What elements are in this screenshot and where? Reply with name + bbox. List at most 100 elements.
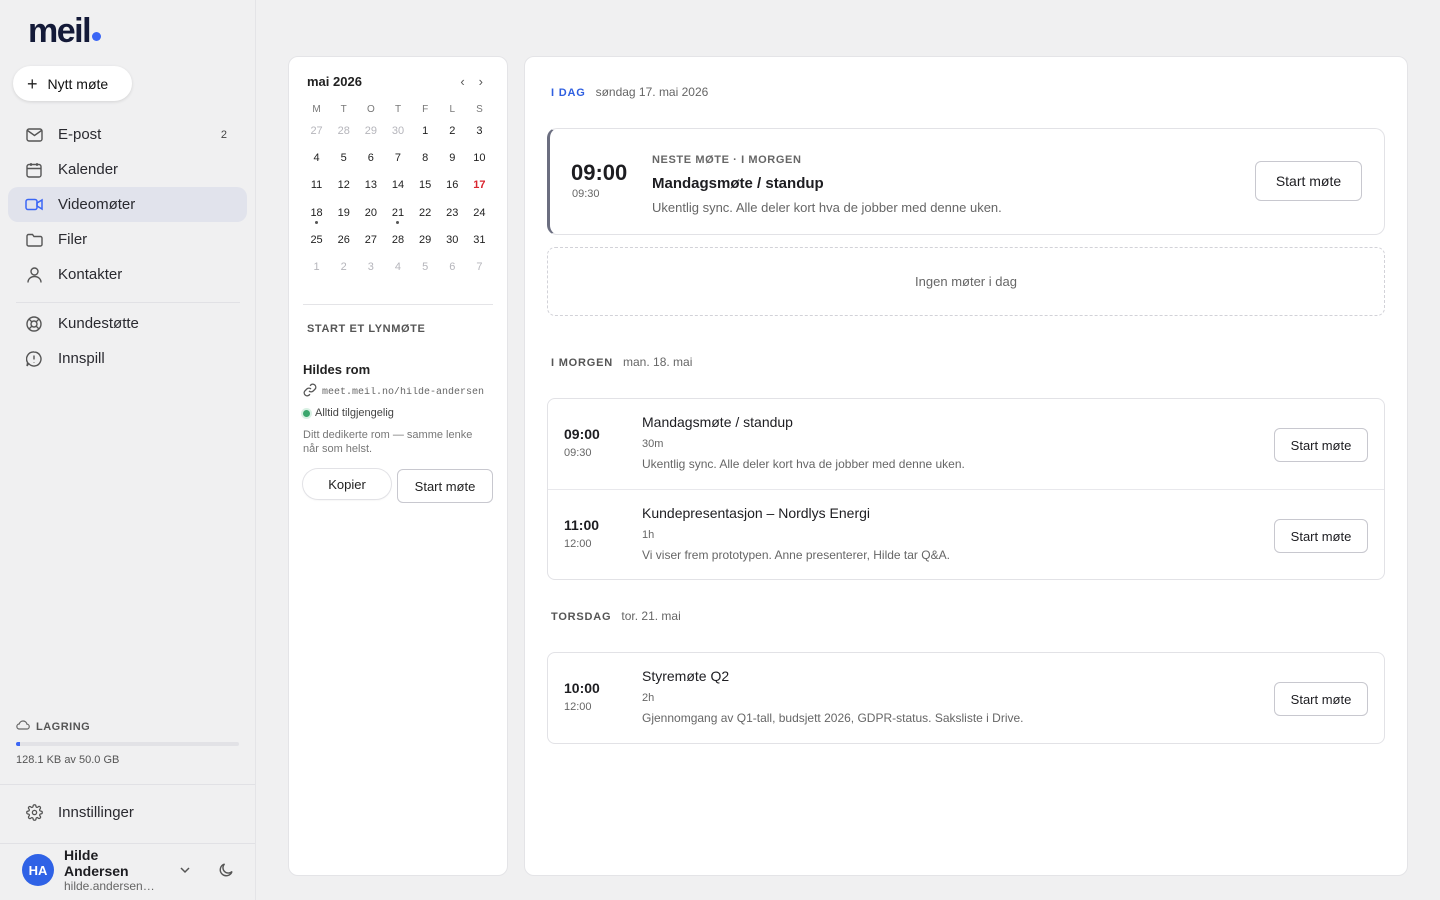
calendar-day[interactable]: 29 — [412, 234, 439, 246]
calendar-day[interactable]: 4 — [303, 152, 330, 164]
meeting-row: 09:00 09:30 Mandagsmøte / standup 30m Uk… — [548, 399, 1384, 489]
calendar-day[interactable]: 5 — [330, 152, 357, 164]
logo-text: meil — [28, 12, 92, 50]
calendar-day[interactable]: 5 — [412, 261, 439, 273]
meeting-title: Mandagsmøte / standup — [642, 414, 793, 430]
room-link[interactable]: meet.meil.no/hilde-andersen — [303, 383, 493, 401]
sidebar-item-label: E-post — [58, 126, 102, 143]
feedback-icon — [25, 350, 43, 368]
start-meeting-button[interactable]: Start møte — [1274, 682, 1368, 716]
calendar-day[interactable]: 1 — [412, 125, 439, 137]
calendar-day[interactable]: 25 — [303, 234, 330, 246]
calendar-day-number: 6 — [449, 261, 456, 274]
calendar-day[interactable]: 21 — [384, 207, 411, 224]
sidebar-item-settings[interactable]: Innstillinger — [8, 795, 247, 830]
calendar-day-number: 17 — [473, 179, 486, 192]
calendar-day-number: 11 — [310, 179, 323, 192]
storage-bar — [16, 742, 239, 746]
calendar-day[interactable]: 31 — [466, 234, 493, 246]
moon-icon[interactable] — [218, 862, 234, 883]
calendar-day[interactable]: 6 — [439, 261, 466, 273]
calendar-day[interactable]: 28 — [384, 234, 411, 246]
calendar-day[interactable]: 10 — [466, 152, 493, 164]
room-link-text: meet.meil.no/hilde-andersen — [322, 386, 485, 398]
calendar-day[interactable]: 8 — [412, 152, 439, 164]
start-meeting-button[interactable]: Start møte — [1274, 428, 1368, 462]
meeting-description: Gjennomgang av Q1-tall, budsjett 2026, G… — [642, 711, 1024, 725]
day-tag: TORSDAG — [551, 611, 612, 623]
next-meeting-card: 09:00 09:30 NESTE MØTE · I MORGEN Mandag… — [547, 128, 1385, 235]
start-room-meeting-button[interactable]: Start møte — [397, 469, 493, 503]
calendar-day[interactable]: 30 — [384, 125, 411, 137]
calendar-day-number: 1 — [313, 261, 320, 274]
calendar-day[interactable]: 30 — [439, 234, 466, 246]
storage-usage-text: 128.1 KB av 50.0 GB — [16, 754, 120, 766]
chevron-right-icon[interactable]: › — [479, 74, 483, 89]
calendar-day[interactable]: 23 — [439, 207, 466, 219]
meeting-end-time: 12:00 — [564, 538, 592, 550]
weekday-label: S — [476, 103, 483, 115]
calendar-day[interactable]: 1 — [303, 261, 330, 273]
calendar-day-number: 24 — [473, 206, 486, 219]
meetings-main: I DAG søndag 17. mai 2026 09:00 09:30 NE… — [524, 56, 1408, 876]
calendar-week-row: 4 5 6 7 8 9 10 — [303, 144, 493, 171]
calendar-day[interactable]: 6 — [357, 152, 384, 164]
calendar-day-number: 29 — [364, 124, 377, 137]
calendar-day[interactable]: 3 — [357, 261, 384, 273]
start-meeting-button[interactable]: Start møte — [1255, 161, 1362, 201]
calendar-day-number: 1 — [422, 124, 429, 137]
calendar-day[interactable]: 2 — [439, 125, 466, 137]
calendar-day-today[interactable]: 17 — [466, 179, 493, 191]
calendar-day[interactable]: 24 — [466, 207, 493, 219]
calendar-day[interactable]: 9 — [439, 152, 466, 164]
chevron-left-icon[interactable]: ‹ — [460, 74, 464, 89]
calendar-day[interactable]: 2 — [330, 261, 357, 273]
sidebar-item-calendar[interactable]: Kalender — [8, 152, 247, 187]
sidebar-item-support[interactable]: Kundestøtte — [8, 306, 247, 341]
copy-link-button[interactable]: Kopier — [303, 469, 391, 499]
start-meeting-button[interactable]: Start møte — [1274, 519, 1368, 553]
calendar-day[interactable]: 7 — [384, 152, 411, 164]
calendar-day[interactable]: 22 — [412, 207, 439, 219]
calendar-day-number: 13 — [364, 179, 377, 192]
calendar-day[interactable]: 29 — [357, 125, 384, 137]
logo[interactable]: meil — [28, 12, 102, 50]
storage-indicator: LAGRING 128.1 KB av 50.0 GB — [16, 720, 240, 766]
calendar-day-number: 10 — [473, 151, 486, 164]
calendar-day[interactable]: 27 — [303, 125, 330, 137]
meeting-title: Styremøte Q2 — [642, 668, 730, 684]
calendar-day[interactable]: 15 — [412, 179, 439, 191]
calendar-day-number: 9 — [449, 151, 456, 164]
weekday-label: O — [366, 103, 375, 115]
calendar-day[interactable]: 4 — [384, 261, 411, 273]
meeting-list: 09:00 09:30 Mandagsmøte / standup 30m Uk… — [547, 398, 1385, 580]
today-header: I DAG søndag 17. mai 2026 — [551, 85, 708, 99]
sidebar-item-label: Filer — [58, 231, 88, 248]
calendar-day[interactable]: 7 — [466, 261, 493, 273]
calendar-day[interactable]: 13 — [357, 179, 384, 191]
new-meeting-button[interactable]: + Nytt møte — [13, 66, 132, 101]
calendar-day[interactable]: 27 — [357, 234, 384, 246]
sidebar-item-contacts[interactable]: Kontakter — [8, 257, 247, 292]
storage-fill — [16, 742, 20, 746]
calendar-day[interactable]: 14 — [384, 179, 411, 191]
chevron-down-icon[interactable] — [177, 862, 193, 883]
calendar-day[interactable]: 20 — [357, 207, 384, 219]
user-profile[interactable]: HA Hilde Andersen hilde.andersen@... — [22, 847, 247, 893]
calendar-day[interactable]: 12 — [330, 179, 357, 191]
thursday-header: TORSDAG tor. 21. mai — [551, 609, 681, 623]
calendar-day[interactable]: 19 — [330, 207, 357, 219]
sidebar-item-feedback[interactable]: Innspill — [8, 341, 247, 376]
sidebar-item-files[interactable]: Filer — [8, 222, 247, 257]
sidebar-item-email[interactable]: E-post 2 — [8, 117, 247, 152]
calendar-day[interactable]: 18 — [303, 207, 330, 224]
calendar-day[interactable]: 28 — [330, 125, 357, 137]
sidebar-item-video-meetings[interactable]: Videomøter — [8, 187, 247, 222]
calendar-day[interactable]: 26 — [330, 234, 357, 246]
calendar-day[interactable]: 11 — [303, 179, 330, 191]
calendar-day-number: 4 — [394, 261, 402, 274]
calendar-day[interactable]: 16 — [439, 179, 466, 191]
meeting-description: Ukentlig sync. Alle deler kort hva de jo… — [652, 200, 1002, 215]
calendar-day[interactable]: 3 — [466, 125, 493, 137]
user-icon — [25, 266, 43, 284]
